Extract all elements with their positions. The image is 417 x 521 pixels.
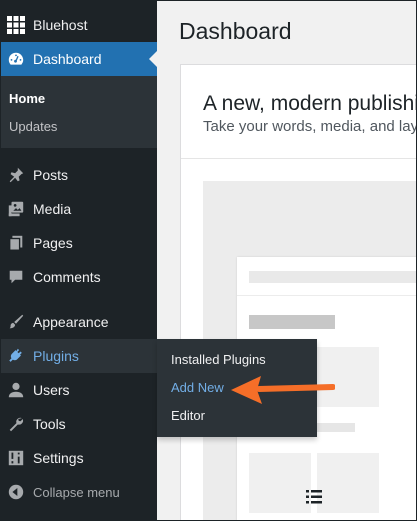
sidebar-item-label: Appearance [33, 314, 109, 330]
collapse-icon [6, 482, 26, 502]
sidebar-item-label: Users [33, 382, 70, 398]
sidebar-item-label: Comments [33, 269, 101, 285]
flyout-item-add-new[interactable]: Add New [171, 380, 224, 395]
sidebar-item-label: Bluehost [33, 17, 88, 33]
main-content: Dashboard A new, modern publishing exper… [157, 1, 417, 520]
dashboard-submenu: Home Updates [1, 76, 157, 148]
illustration-separator [237, 295, 416, 296]
grid-icon [6, 15, 26, 35]
collapse-menu-button[interactable]: Collapse menu [1, 475, 157, 509]
sidebar-item-label: Plugins [33, 348, 79, 364]
flyout-item-editor[interactable]: Editor [171, 408, 205, 423]
illustration-heading-block [249, 315, 335, 329]
dashboard-gauge-icon [6, 49, 26, 69]
sidebar-item-dashboard[interactable]: Dashboard [1, 42, 157, 76]
sidebar-item-appearance[interactable]: Appearance [1, 305, 157, 339]
sidebar-item-pages[interactable]: Pages [1, 226, 157, 260]
annotation-arrow-icon [231, 376, 335, 404]
illustration-bar [249, 271, 416, 283]
sidebar-item-label: Settings [33, 450, 84, 466]
illustration-block [317, 453, 379, 513]
sidebar-item-plugins[interactable]: Plugins [1, 339, 157, 373]
plug-icon [6, 346, 26, 366]
sidebar-item-comments[interactable]: Comments [1, 260, 157, 294]
welcome-panel: A new, modern publishing experience is c… [180, 64, 417, 520]
sidebar-item-settings[interactable]: Settings [1, 441, 157, 475]
sidebar-item-label: Dashboard [33, 51, 102, 67]
welcome-subtitle: Take your words, media, and layout in ne… [203, 118, 417, 135]
submenu-item-home[interactable]: Home [9, 91, 45, 106]
flyout-item-installed-plugins[interactable]: Installed Plugins [171, 352, 266, 367]
list-icon [306, 490, 322, 504]
media-icon [6, 199, 26, 219]
sidebar-item-posts[interactable]: Posts [1, 158, 157, 192]
sidebar-item-label: Tools [33, 416, 66, 432]
pin-icon [6, 165, 26, 185]
submenu-item-updates[interactable]: Updates [9, 119, 57, 134]
user-icon [6, 380, 26, 400]
sidebar-item-media[interactable]: Media [1, 192, 157, 226]
collapse-menu-label: Collapse menu [33, 484, 120, 500]
sidebar-item-label: Pages [33, 235, 73, 251]
page-title: Dashboard [179, 18, 292, 44]
pages-icon [6, 233, 26, 253]
sidebar-item-bluehost[interactable]: Bluehost [1, 8, 157, 42]
illustration-block [249, 453, 311, 513]
current-menu-notch [149, 51, 157, 67]
comment-icon [6, 267, 26, 287]
admin-sidebar: Bluehost Dashboard Home Updates Posts Me… [1, 1, 157, 520]
sidebar-item-users[interactable]: Users [1, 373, 157, 407]
sidebar-item-tools[interactable]: Tools [1, 407, 157, 441]
welcome-title: A new, modern publishing experience is c… [203, 92, 416, 115]
flyout-notch [149, 348, 157, 364]
paintbrush-icon [6, 312, 26, 332]
wrench-icon [6, 414, 26, 434]
settings-icon [6, 448, 26, 468]
sidebar-item-label: Posts [33, 167, 69, 183]
sidebar-item-label: Media [33, 201, 72, 217]
app-frame: Bluehost Dashboard Home Updates Posts Me… [0, 0, 417, 521]
divider [181, 158, 416, 159]
